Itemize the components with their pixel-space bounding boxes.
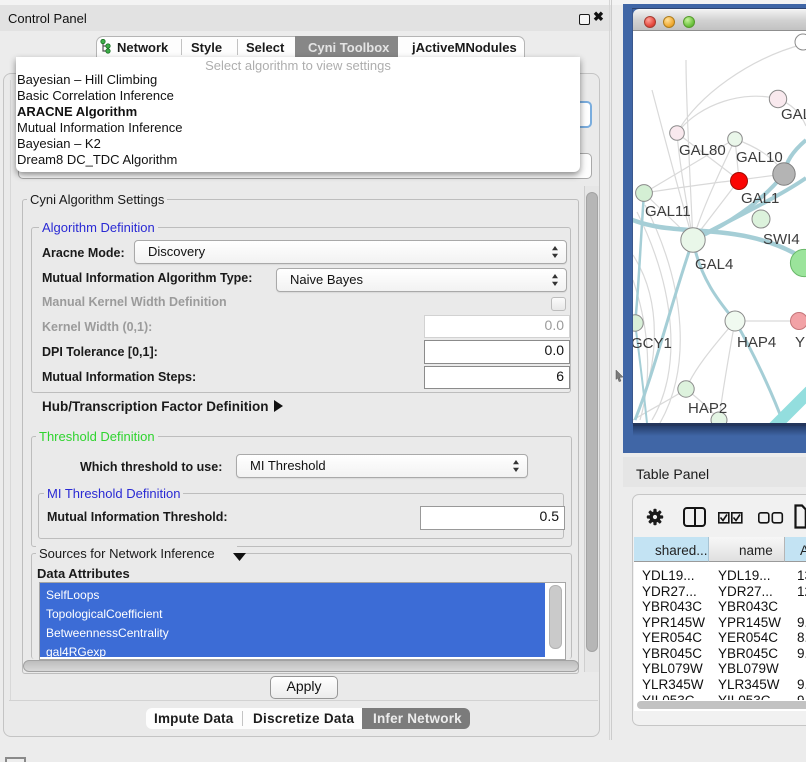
svg-text:HAP4: HAP4 [737, 334, 776, 351]
svg-text:SWI4: SWI4 [763, 231, 800, 248]
svg-text:HAP2: HAP2 [688, 400, 727, 417]
svg-text:GAL11: GAL11 [645, 203, 691, 220]
svg-text:GAL7: GAL7 [781, 106, 806, 123]
svg-text:Y: Y [795, 334, 805, 351]
svg-text:GAL10: GAL10 [736, 149, 783, 166]
svg-text:GAL1: GAL1 [741, 190, 779, 207]
svg-text:GAL80: GAL80 [679, 142, 726, 159]
svg-text:GAL4: GAL4 [695, 256, 733, 273]
svg-text:GCY1: GCY1 [633, 335, 672, 352]
